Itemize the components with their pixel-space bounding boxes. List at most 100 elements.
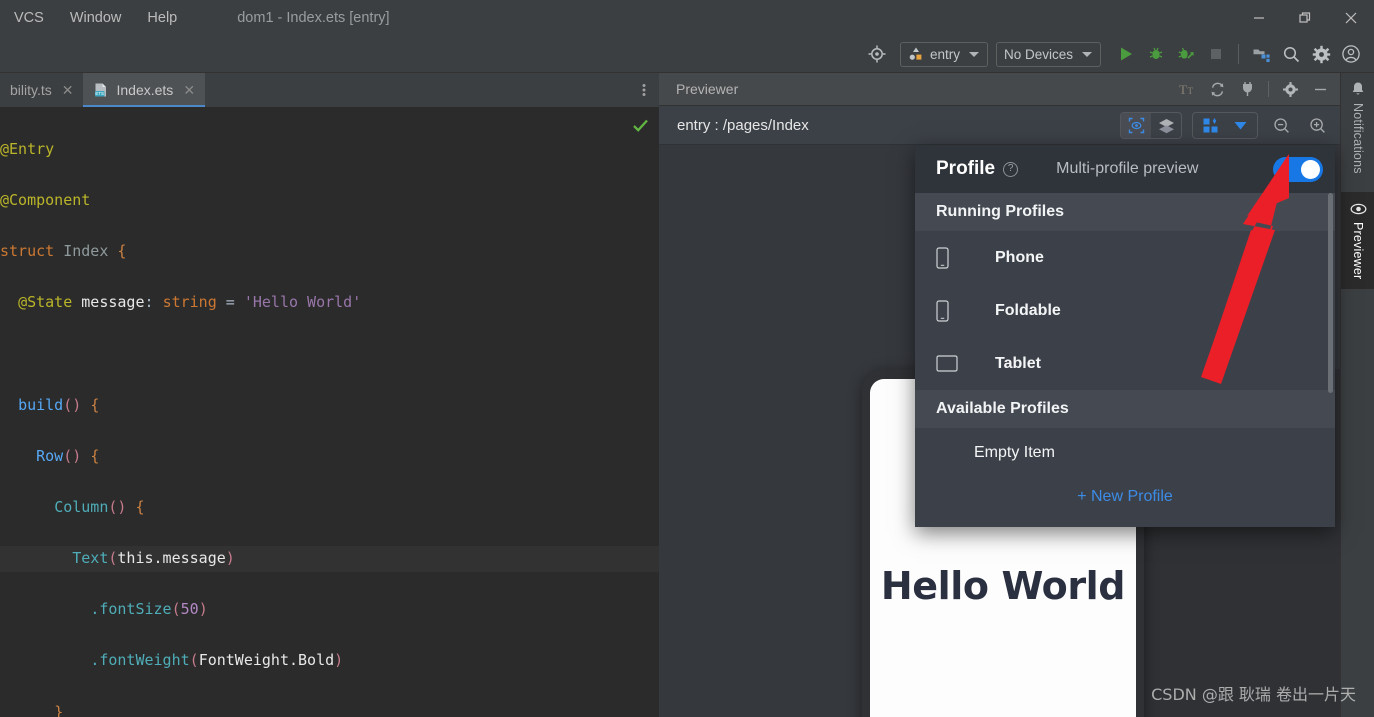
profile-row-phone[interactable]: Phone xyxy=(915,231,1335,284)
close-icon[interactable]: ✕ xyxy=(183,82,195,99)
foldable-device-icon xyxy=(936,299,964,322)
profile-row-foldable[interactable]: Foldable xyxy=(915,284,1335,337)
help-icon[interactable]: ? xyxy=(1003,161,1019,177)
profile-popup-header: Profile ? Multi-profile preview xyxy=(915,145,1335,193)
editor-tab-label: Index.ets xyxy=(116,82,174,98)
account-icon[interactable] xyxy=(1336,40,1366,68)
profile-label: Foldable xyxy=(995,301,1061,319)
multi-profile-grid-icon[interactable] xyxy=(1197,112,1223,138)
editor-pane: bility.ts ✕ ETS Index.ets ✕ @Entry @Comp… xyxy=(0,73,659,717)
toggle-knob xyxy=(1301,159,1320,179)
search-icon[interactable] xyxy=(1276,40,1306,68)
previewer-header-actions: T T xyxy=(1173,76,1340,102)
zoom-in-icon[interactable] xyxy=(1304,112,1330,138)
window-controls xyxy=(1236,0,1374,36)
new-profile-button[interactable]: + New Profile xyxy=(915,478,1335,506)
run-icon[interactable] xyxy=(1111,40,1141,68)
layers-icon[interactable] xyxy=(1151,113,1181,138)
bell-icon xyxy=(1352,82,1364,95)
sidebar-item-notifications[interactable]: Notifications xyxy=(1341,73,1374,174)
target-icon[interactable] xyxy=(862,40,892,68)
phone-device-icon xyxy=(936,246,964,269)
multi-profile-preview-toggle[interactable] xyxy=(1273,156,1323,182)
tablet-device-icon xyxy=(936,355,964,372)
chevron-down-icon xyxy=(1082,51,1092,57)
preview-text: Hello World xyxy=(880,564,1126,608)
device-manager-icon[interactable] xyxy=(1246,40,1276,68)
code-line: build() { xyxy=(18,395,100,414)
available-profiles-section-header: Available Profiles xyxy=(915,390,1335,428)
profile-label: Tablet xyxy=(995,354,1041,372)
menu-item-window[interactable]: Window xyxy=(68,8,124,28)
code-line: @Component xyxy=(0,190,91,209)
code-line: .fontSize(50) xyxy=(90,600,208,619)
chevron-down-icon xyxy=(968,51,979,57)
device-selector[interactable]: No Devices xyxy=(995,41,1101,67)
svg-text:T: T xyxy=(1179,82,1187,97)
close-icon[interactable] xyxy=(1328,0,1374,36)
main-toolbar: entry No Devices xyxy=(0,36,1374,73)
debug-icon[interactable] xyxy=(1141,40,1171,68)
profile-label: Phone xyxy=(995,248,1044,266)
previewer-header: Previewer T T xyxy=(659,73,1340,106)
editor-tab-index[interactable]: ETS Index.ets ✕ xyxy=(83,73,206,107)
code-line: struct Index { xyxy=(0,241,127,260)
ide-window: VCS Window Help dom1 - Index.ets [entry] xyxy=(0,0,1374,717)
ets-file-icon: ETS xyxy=(93,82,109,98)
module-icon xyxy=(909,47,922,60)
sidebar-item-label: Previewer xyxy=(1351,221,1365,280)
previewer-subheader: entry : /pages/Index xyxy=(659,106,1340,145)
run-configuration-selector[interactable]: entry xyxy=(899,41,988,67)
gear-icon[interactable] xyxy=(1306,40,1336,68)
title-bar: VCS Window Help dom1 - Index.ets [entry] xyxy=(0,0,1374,36)
divider xyxy=(1268,81,1269,97)
code-line: Column() { xyxy=(54,497,145,516)
right-tool-strip: Notifications Previewer xyxy=(1340,73,1374,717)
menu-bar: VCS Window Help xyxy=(0,8,179,28)
minimize-icon[interactable] xyxy=(1306,76,1334,102)
code-line: Row() { xyxy=(36,446,100,465)
sidebar-item-previewer[interactable]: Previewer xyxy=(1341,191,1374,290)
menu-item-vcs[interactable]: VCS xyxy=(12,8,46,28)
running-profiles-section-header: Running Profiles xyxy=(915,193,1335,231)
popup-scrollbar[interactable] xyxy=(1328,193,1333,393)
previewer-title: Previewer xyxy=(676,81,739,97)
inspector-layer-toggle-group xyxy=(1120,111,1182,139)
gear-icon[interactable] xyxy=(1276,76,1304,102)
restore-icon[interactable] xyxy=(1282,0,1328,36)
code-line: Text(this.message) xyxy=(0,546,659,572)
editor-tab-bar: bility.ts ✕ ETS Index.ets ✕ xyxy=(0,73,659,107)
chevron-down-icon[interactable] xyxy=(1227,112,1253,138)
window-title: dom1 - Index.ets [entry] xyxy=(237,10,390,26)
stop-icon xyxy=(1201,40,1231,68)
profile-row-empty-item[interactable]: Empty Item xyxy=(915,428,1335,478)
editor-tab-label: bility.ts xyxy=(10,82,52,98)
watermark: CSDN @跟 耿瑞 卷出一片天 xyxy=(1151,685,1356,704)
more-options-icon[interactable] xyxy=(629,73,659,107)
inspector-eye-icon[interactable] xyxy=(1121,112,1151,138)
text-size-icon[interactable]: T T xyxy=(1173,76,1201,102)
multi-profile-preview-label: Multi-profile preview xyxy=(1056,160,1199,177)
code-line: .fontWeight(FontWeight.Bold) xyxy=(90,651,344,670)
multi-profile-selector[interactable] xyxy=(1192,111,1258,139)
plug-icon[interactable] xyxy=(1233,76,1261,102)
code-line: } xyxy=(54,702,64,717)
profile-row-tablet[interactable]: Tablet xyxy=(915,337,1335,390)
minimize-icon[interactable] xyxy=(1236,0,1282,36)
code-editor[interactable]: @Entry @Component struct Index { @State … xyxy=(0,107,659,717)
close-icon[interactable]: ✕ xyxy=(62,82,74,99)
code-line: @State message: string = 'Hello World' xyxy=(18,293,362,312)
device-selector-label: No Devices xyxy=(1003,46,1073,62)
sidebar-item-label: Notifications xyxy=(1351,103,1365,174)
eye-icon xyxy=(1350,203,1366,214)
zoom-out-icon[interactable] xyxy=(1268,112,1294,138)
refresh-icon[interactable] xyxy=(1203,76,1231,102)
profile-dropdown-popup[interactable]: Profile ? Multi-profile preview Running … xyxy=(915,145,1335,527)
editor-tab-ability[interactable]: bility.ts ✕ xyxy=(0,73,83,107)
attach-debugger-icon[interactable] xyxy=(1171,40,1201,68)
toolbar-divider xyxy=(1238,44,1239,64)
svg-text:T: T xyxy=(1187,86,1193,96)
run-config-label: entry xyxy=(929,46,960,62)
menu-item-help[interactable]: Help xyxy=(145,8,179,28)
